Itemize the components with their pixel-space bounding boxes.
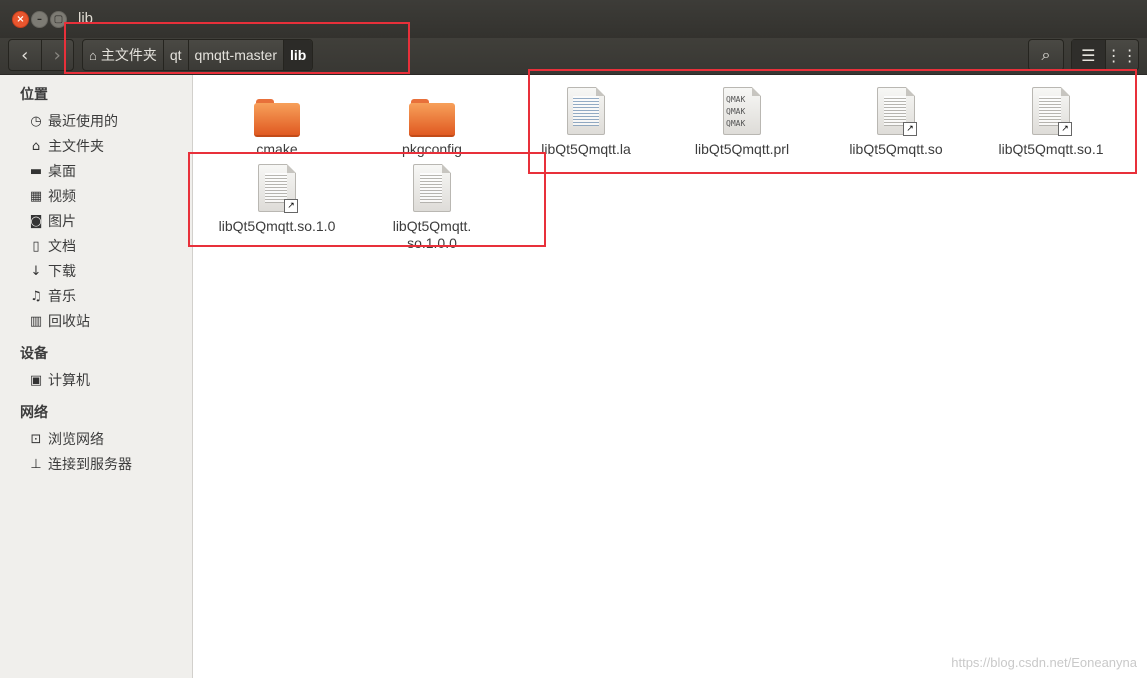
sidebar-item-computer[interactable]: ▣ 计算机 <box>28 369 90 391</box>
sidebar: 位置 ◷ 最近使用的 ⌂ 主文件夹 ▬ 桌面 ▦ 视频 ◙ 图片 ▯ 文档 ↓ … <box>0 75 193 678</box>
search-icon: ⌕ <box>1041 45 1051 64</box>
search-button[interactable]: ⌕ <box>1028 39 1064 71</box>
sidebar-item-label: 图片 <box>48 214 76 230</box>
highlight-box-row2 <box>188 152 546 247</box>
home-icon: ⌂ <box>31 138 41 154</box>
sidebar-item-desktop[interactable]: ▬ 桌面 <box>28 160 76 182</box>
watermark: https://blog.csdn.net/Eoneanyna <box>951 655 1137 670</box>
sidebar-item-label: 回收站 <box>48 314 90 330</box>
sidebar-item-trash[interactable]: ▥ 回收站 <box>28 310 90 332</box>
download-icon: ↓ <box>30 263 42 279</box>
music-icon: ♫ <box>30 288 42 304</box>
document-icon: ▯ <box>32 238 40 254</box>
sidebar-item-label: 文档 <box>48 239 76 255</box>
folder-icon: ▬ <box>29 163 43 179</box>
sidebar-section-network: 网络 <box>20 405 48 421</box>
sidebar-section-devices: 设备 <box>20 346 48 362</box>
sidebar-item-label: 下载 <box>48 264 76 280</box>
sidebar-item-home[interactable]: ⌂ 主文件夹 <box>28 135 104 157</box>
minimize-button[interactable]: – <box>31 11 48 28</box>
sidebar-item-label: 音乐 <box>48 289 76 305</box>
sidebar-item-pictures[interactable]: ◙ 图片 <box>28 210 76 232</box>
sidebar-item-browse-network[interactable]: ⊡ 浏览网络 <box>28 428 104 450</box>
grid-view-icon[interactable]: ⋮⋮ <box>1106 40 1139 70</box>
sidebar-item-videos[interactable]: ▦ 视频 <box>28 185 76 207</box>
sidebar-item-label: 桌面 <box>48 164 76 180</box>
camera-icon: ◙ <box>29 213 43 229</box>
trash-icon: ▥ <box>29 313 43 329</box>
sidebar-item-label: 主文件夹 <box>48 139 104 155</box>
sidebar-item-label: 浏览网络 <box>48 432 104 448</box>
back-button[interactable]: ‹ <box>9 40 42 70</box>
clock-icon: ◷ <box>30 113 42 129</box>
drive-icon: ▣ <box>29 372 43 388</box>
film-icon: ▦ <box>29 188 43 204</box>
sidebar-item-label: 连接到服务器 <box>48 457 132 473</box>
sidebar-item-downloads[interactable]: ↓ 下载 <box>28 260 76 282</box>
network-icon: ⊡ <box>30 431 42 447</box>
file-item[interactable]: cmake <box>197 87 357 157</box>
sidebar-item-label: 最近使用的 <box>48 114 118 130</box>
sidebar-item-connect-server[interactable]: ⊥ 连接到服务器 <box>28 453 132 475</box>
list-view-icon[interactable]: ☰ <box>1072 40 1106 70</box>
view-switcher: ☰ ⋮⋮ <box>1071 39 1139 71</box>
highlight-box-pathbar <box>64 22 410 74</box>
file-item[interactable]: pkgconfig <box>352 87 512 157</box>
sidebar-section-places: 位置 <box>20 87 48 103</box>
sidebar-item-recent[interactable]: ◷ 最近使用的 <box>28 110 118 132</box>
sidebar-item-label: 视频 <box>48 189 76 205</box>
server-icon: ⊥ <box>30 456 42 472</box>
folder-icon <box>409 99 455 137</box>
sidebar-item-music[interactable]: ♫ 音乐 <box>28 285 76 307</box>
highlight-box-row1 <box>528 69 1137 174</box>
sidebar-item-documents[interactable]: ▯ 文档 <box>28 235 76 257</box>
sidebar-item-label: 计算机 <box>48 373 90 389</box>
close-button[interactable]: × <box>12 11 29 28</box>
folder-icon <box>254 99 300 137</box>
